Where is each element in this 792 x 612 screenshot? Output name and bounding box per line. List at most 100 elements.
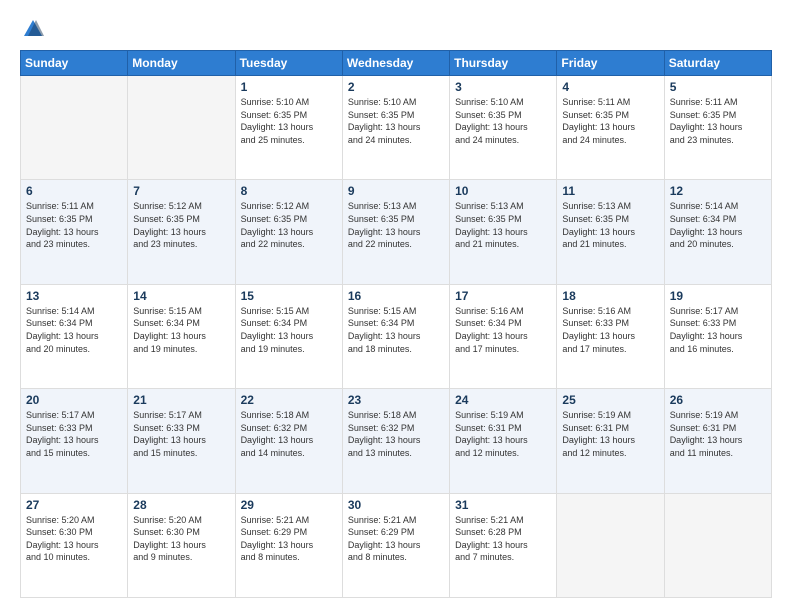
calendar-cell: 20Sunrise: 5:17 AM Sunset: 6:33 PM Dayli… [21,389,128,493]
day-info: Sunrise: 5:21 AM Sunset: 6:28 PM Dayligh… [455,514,551,564]
calendar-cell: 27 Sunrise: 5:20 AM Sunset: 6:30 PM Dayli… [21,493,128,597]
day-number: 1 [241,80,337,94]
weekday-header-sunday: Sunday [21,51,128,76]
day-info: Sunrise: 5:21 AM Sunset: 6:29 PM Dayligh… [348,514,444,564]
calendar-cell: 11Sunrise: 5:13 AM Sunset: 6:35 PM Dayli… [557,180,664,284]
calendar-cell [21,76,128,180]
weekday-header-wednesday: Wednesday [342,51,449,76]
calendar-cell: 14 Sunrise: 5:15 AM Sunset: 6:34 PM Dayli… [128,284,235,388]
day-number: 17 [455,289,551,303]
day-number: 26 [670,393,766,407]
week-row-3: 13Sunrise: 5:14 AM Sunset: 6:34 PM Dayli… [21,284,772,388]
day-number: 22 [241,393,337,407]
calendar-cell: 15 Sunrise: 5:15 AM Sunset: 6:34 PM Dayli… [235,284,342,388]
day-info: Sunrise: 5:12 AM Sunset: 6:35 PM Dayligh… [133,200,229,250]
weekday-header-tuesday: Tuesday [235,51,342,76]
day-info: Sunrise: 5:11 AM Sunset: 6:35 PM Dayligh… [562,96,658,146]
day-number: 23 [348,393,444,407]
calendar-cell [664,493,771,597]
calendar-cell: 22 Sunrise: 5:18 AM Sunset: 6:32 PM Dayli… [235,389,342,493]
week-row-4: 20Sunrise: 5:17 AM Sunset: 6:33 PM Dayli… [21,389,772,493]
day-number: 8 [241,184,337,198]
day-number: 12 [670,184,766,198]
calendar-cell: 4Sunrise: 5:11 AM Sunset: 6:35 PM Daylig… [557,76,664,180]
day-info: Sunrise: 5:12 AM Sunset: 6:35 PM Dayligh… [241,200,337,250]
calendar-cell: 13Sunrise: 5:14 AM Sunset: 6:34 PM Dayli… [21,284,128,388]
weekday-header-row: SundayMondayTuesdayWednesdayThursdayFrid… [21,51,772,76]
day-number: 28 [133,498,229,512]
day-number: 3 [455,80,551,94]
weekday-header-monday: Monday [128,51,235,76]
calendar-cell: 25 Sunrise: 5:19 AM Sunset: 6:31 PM Dayli… [557,389,664,493]
calendar-cell: 29 Sunrise: 5:21 AM Sunset: 6:29 PM Dayli… [235,493,342,597]
day-number: 9 [348,184,444,198]
day-info: Sunrise: 5:11 AM Sunset: 6:35 PM Dayligh… [26,200,122,250]
day-info: Sunrise: 5:20 AM Sunset: 6:30 PM Dayligh… [26,514,122,564]
day-info: Sunrise: 5:17 AM Sunset: 6:33 PM Dayligh… [26,409,122,459]
calendar-cell: 7Sunrise: 5:12 AM Sunset: 6:35 PM Daylig… [128,180,235,284]
calendar-cell: 10Sunrise: 5:13 AM Sunset: 6:35 PM Dayli… [450,180,557,284]
calendar-cell: 19Sunrise: 5:17 AM Sunset: 6:33 PM Dayli… [664,284,771,388]
day-info: Sunrise: 5:13 AM Sunset: 6:35 PM Dayligh… [455,200,551,250]
day-info: Sunrise: 5:10 AM Sunset: 6:35 PM Dayligh… [348,96,444,146]
day-info: Sunrise: 5:15 AM Sunset: 6:34 PM Dayligh… [133,305,229,355]
calendar-cell: 6Sunrise: 5:11 AM Sunset: 6:35 PM Daylig… [21,180,128,284]
week-row-1: 1 Sunrise: 5:10 AM Sunset: 6:35 PM Daylig… [21,76,772,180]
day-info: Sunrise: 5:14 AM Sunset: 6:34 PM Dayligh… [670,200,766,250]
day-info: Sunrise: 5:18 AM Sunset: 6:32 PM Dayligh… [241,409,337,459]
calendar-cell: 18Sunrise: 5:16 AM Sunset: 6:33 PM Dayli… [557,284,664,388]
day-info: Sunrise: 5:21 AM Sunset: 6:29 PM Dayligh… [241,514,337,564]
day-info: Sunrise: 5:20 AM Sunset: 6:30 PM Dayligh… [133,514,229,564]
calendar-cell: 1 Sunrise: 5:10 AM Sunset: 6:35 PM Daylig… [235,76,342,180]
day-info: Sunrise: 5:19 AM Sunset: 6:31 PM Dayligh… [455,409,551,459]
day-info: Sunrise: 5:19 AM Sunset: 6:31 PM Dayligh… [670,409,766,459]
calendar-cell: 30 Sunrise: 5:21 AM Sunset: 6:29 PM Dayli… [342,493,449,597]
calendar-cell: 28 Sunrise: 5:20 AM Sunset: 6:30 PM Dayli… [128,493,235,597]
day-number: 15 [241,289,337,303]
calendar-cell [557,493,664,597]
calendar-cell: 24 Sunrise: 5:19 AM Sunset: 6:31 PM Dayli… [450,389,557,493]
day-number: 25 [562,393,658,407]
day-info: Sunrise: 5:10 AM Sunset: 6:35 PM Dayligh… [241,96,337,146]
weekday-header-friday: Friday [557,51,664,76]
day-info: Sunrise: 5:13 AM Sunset: 6:35 PM Dayligh… [562,200,658,250]
day-info: Sunrise: 5:19 AM Sunset: 6:31 PM Dayligh… [562,409,658,459]
calendar-cell: 9 Sunrise: 5:13 AM Sunset: 6:35 PM Daylig… [342,180,449,284]
day-info: Sunrise: 5:15 AM Sunset: 6:34 PM Dayligh… [241,305,337,355]
day-number: 30 [348,498,444,512]
calendar-cell: 2 Sunrise: 5:10 AM Sunset: 6:35 PM Daylig… [342,76,449,180]
day-info: Sunrise: 5:16 AM Sunset: 6:34 PM Dayligh… [455,305,551,355]
calendar-cell: 5 Sunrise: 5:11 AM Sunset: 6:35 PM Daylig… [664,76,771,180]
weekday-header-thursday: Thursday [450,51,557,76]
day-number: 24 [455,393,551,407]
calendar-cell: 26 Sunrise: 5:19 AM Sunset: 6:31 PM Dayli… [664,389,771,493]
page: SundayMondayTuesdayWednesdayThursdayFrid… [0,0,792,612]
calendar-cell [128,76,235,180]
week-row-5: 27 Sunrise: 5:20 AM Sunset: 6:30 PM Dayli… [21,493,772,597]
day-number: 29 [241,498,337,512]
day-info: Sunrise: 5:11 AM Sunset: 6:35 PM Dayligh… [670,96,766,146]
logo-icon [22,18,44,40]
calendar-cell: 12 Sunrise: 5:14 AM Sunset: 6:34 PM Dayli… [664,180,771,284]
day-number: 14 [133,289,229,303]
calendar-cell: 3 Sunrise: 5:10 AM Sunset: 6:35 PM Daylig… [450,76,557,180]
week-row-2: 6Sunrise: 5:11 AM Sunset: 6:35 PM Daylig… [21,180,772,284]
day-number: 2 [348,80,444,94]
calendar-cell: 23 Sunrise: 5:18 AM Sunset: 6:32 PM Dayli… [342,389,449,493]
calendar-cell: 8 Sunrise: 5:12 AM Sunset: 6:35 PM Daylig… [235,180,342,284]
calendar-cell: 17 Sunrise: 5:16 AM Sunset: 6:34 PM Dayli… [450,284,557,388]
calendar-cell: 31 Sunrise: 5:21 AM Sunset: 6:28 PM Dayli… [450,493,557,597]
day-number: 27 [26,498,122,512]
day-number: 16 [348,289,444,303]
day-info: Sunrise: 5:10 AM Sunset: 6:35 PM Dayligh… [455,96,551,146]
header [20,18,772,40]
day-info: Sunrise: 5:18 AM Sunset: 6:32 PM Dayligh… [348,409,444,459]
day-info: Sunrise: 5:17 AM Sunset: 6:33 PM Dayligh… [670,305,766,355]
day-number: 5 [670,80,766,94]
day-number: 13 [26,289,122,303]
day-info: Sunrise: 5:13 AM Sunset: 6:35 PM Dayligh… [348,200,444,250]
weekday-header-saturday: Saturday [664,51,771,76]
calendar-table: SundayMondayTuesdayWednesdayThursdayFrid… [20,50,772,598]
calendar-cell: 21Sunrise: 5:17 AM Sunset: 6:33 PM Dayli… [128,389,235,493]
day-number: 31 [455,498,551,512]
